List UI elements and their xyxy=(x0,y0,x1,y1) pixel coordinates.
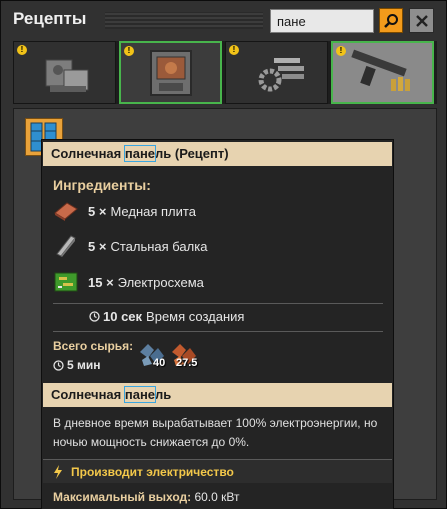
search-highlight: пане xyxy=(123,145,157,162)
max-output: Максимальный выход: 60.0 кВт xyxy=(53,490,240,504)
produces-line: Производит электричество xyxy=(43,459,392,483)
entity-description: В дневное время вырабатывает 100% электр… xyxy=(53,416,378,449)
ingredient-name: Электросхема xyxy=(117,274,204,290)
divider xyxy=(53,331,383,332)
copper-plate-icon xyxy=(54,202,78,221)
recipe-tooltip xyxy=(41,139,394,509)
combat-icon xyxy=(351,49,410,91)
raw-total-title: Всего сырья: xyxy=(53,339,134,353)
clock-icon xyxy=(53,359,64,371)
raw-amount: 27.5 xyxy=(176,357,198,369)
ingredient-name: Стальная балка xyxy=(110,238,208,254)
recipe-title-before: Солнечная xyxy=(51,146,125,161)
ingredients-title: Ингредиенты: xyxy=(53,177,151,193)
ingredient-amount: 15 × xyxy=(88,274,114,290)
ingredient-row: 5 × Стальная балка xyxy=(53,233,207,259)
max-output-label: Максимальный выход: xyxy=(53,490,192,504)
tab-logistics[interactable]: ! xyxy=(13,41,116,104)
recipe-title-after: ль (Рецепт) xyxy=(155,146,229,161)
clock-icon xyxy=(89,311,100,322)
electronic-circuit-icon xyxy=(54,272,78,292)
entity-title: Солнечная панель xyxy=(43,383,392,407)
close-button[interactable] xyxy=(409,8,434,33)
title-bar: Рецепты xyxy=(1,1,447,39)
lightning-icon xyxy=(54,464,62,479)
ingredient-name: Медная плита xyxy=(110,203,196,219)
craft-time-label: Время создания xyxy=(146,309,245,324)
category-tabs: ! ! ! ! xyxy=(13,41,437,104)
ingredient-row: 15 × Электросхема xyxy=(53,269,204,295)
search-input[interactable] xyxy=(270,9,374,33)
ingredient-amount: 5 × xyxy=(88,203,107,219)
ingredient-row: 5 × Медная плита xyxy=(53,198,196,224)
divider xyxy=(53,303,383,304)
tab-intermediate-products[interactable]: ! xyxy=(225,41,328,104)
alert-badge: ! xyxy=(229,45,239,55)
recipes-window: Рецепты ! ! xyxy=(0,0,447,509)
search-highlight: пане xyxy=(123,386,157,403)
search-icon xyxy=(384,13,398,28)
raw-amount: 40 xyxy=(153,357,166,369)
alert-badge: ! xyxy=(124,46,134,56)
max-output-value: 60.0 кВт xyxy=(194,490,240,504)
ingredient-amount: 5 × xyxy=(88,238,107,254)
recipe-title: Солнечная панель (Рецепт) xyxy=(43,142,392,166)
close-icon xyxy=(415,14,428,27)
tab-production[interactable]: ! xyxy=(119,41,222,104)
alert-badge: ! xyxy=(336,46,346,56)
raw-total-time-value: 5 мин xyxy=(67,358,101,372)
intermediate-products-icon xyxy=(258,58,304,92)
craft-time-value: 10 сек xyxy=(103,309,143,324)
production-icon xyxy=(150,50,192,96)
steel-beam-icon xyxy=(56,235,76,257)
window-title: Рецепты xyxy=(13,9,87,28)
entity-title-before: Солнечная xyxy=(51,387,125,402)
craft-time: 10 сек Время создания xyxy=(89,309,244,324)
tab-combat[interactable]: ! xyxy=(331,41,434,104)
logistics-icon xyxy=(45,59,89,92)
produces-text: Производит электричество xyxy=(71,464,234,479)
drag-handle[interactable] xyxy=(105,12,263,29)
entity-title-after: ль xyxy=(155,387,172,402)
alert-badge: ! xyxy=(17,45,27,55)
raw-total-time: 5 мин xyxy=(53,358,101,372)
search-button[interactable] xyxy=(379,8,403,33)
